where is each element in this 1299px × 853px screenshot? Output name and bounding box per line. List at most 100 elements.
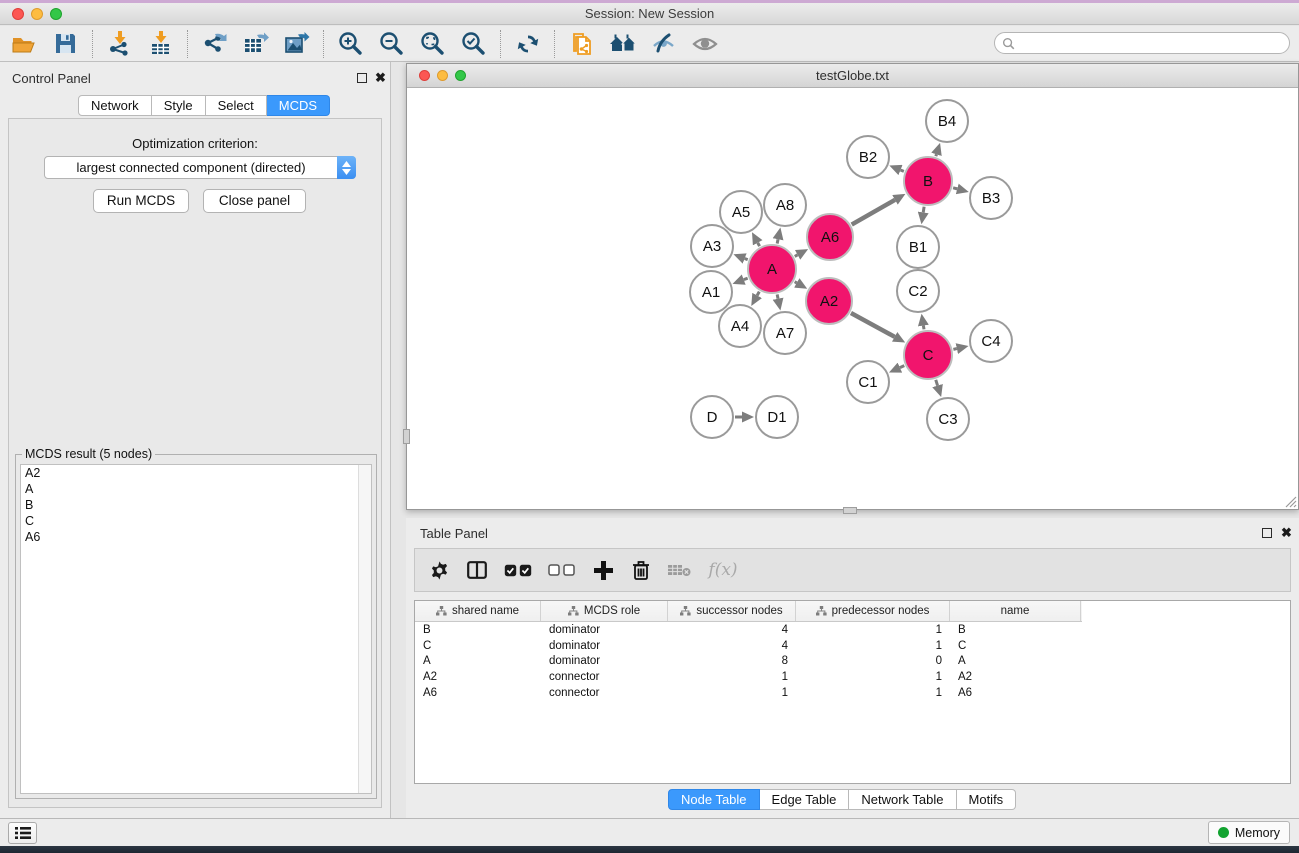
graph-edge-A-A8[interactable] — [777, 239, 778, 243]
graph-node-A1[interactable]: A1 — [690, 271, 732, 313]
graph-node-A7[interactable]: A7 — [764, 312, 806, 354]
graph-node-C2[interactable]: C2 — [897, 270, 939, 312]
graph-edge-C-C2[interactable] — [923, 326, 924, 330]
graph-node-D[interactable]: D — [691, 396, 733, 438]
app-titlebar[interactable]: Session: New Session — [0, 3, 1299, 25]
graph-edge-A-A6[interactable] — [795, 255, 798, 257]
run-mcds-button[interactable]: Run MCDS — [93, 189, 189, 213]
graph-node-A5[interactable]: A5 — [720, 191, 762, 233]
mcds-result-item[interactable]: A2 — [21, 465, 371, 481]
hide-selected-button[interactable] — [643, 28, 684, 60]
graph-edge-A-A5[interactable] — [758, 243, 760, 246]
minimize-network-window-button[interactable] — [437, 70, 448, 81]
tab-motifs[interactable]: Motifs — [957, 789, 1017, 810]
graph-edge-B-B3[interactable] — [953, 188, 957, 189]
graph-edge-A-A2[interactable] — [795, 282, 797, 283]
table-row[interactable]: Bdominator41B — [415, 622, 1290, 638]
export-network-button[interactable] — [194, 28, 235, 60]
deselect-all-button[interactable] — [547, 564, 577, 576]
graph-edge-A2-C[interactable] — [851, 313, 895, 337]
column-header-successor-nodes[interactable]: successor nodes — [668, 601, 796, 621]
graph-node-B3[interactable]: B3 — [970, 177, 1012, 219]
graph-edge-A6-B[interactable] — [852, 200, 895, 225]
float-panel-icon[interactable] — [357, 73, 367, 83]
zoom-in-button[interactable] — [330, 28, 371, 60]
graph-node-A8[interactable]: A8 — [764, 184, 806, 226]
close-table-panel-icon[interactable]: ✖ — [1281, 527, 1292, 538]
graph-edge-B-B1[interactable] — [923, 207, 924, 213]
column-header-predecessor-nodes[interactable]: predecessor nodes — [796, 601, 950, 621]
mcds-result-item[interactable]: A6 — [21, 529, 371, 545]
mcds-result-list[interactable]: A2ABCA6 — [20, 464, 372, 794]
refresh-button[interactable] — [507, 28, 548, 60]
memory-button[interactable]: Memory — [1208, 821, 1290, 844]
node-table[interactable]: shared nameMCDS rolesuccessor nodesprede… — [414, 600, 1291, 784]
copy-network-button[interactable] — [561, 28, 602, 60]
zoom-network-window-button[interactable] — [455, 70, 466, 81]
close-panel-icon[interactable]: ✖ — [375, 72, 386, 83]
export-table-button[interactable] — [235, 28, 276, 60]
resize-grip-icon[interactable] — [1283, 494, 1297, 508]
zoom-selected-button[interactable] — [453, 28, 494, 60]
network-canvas[interactable]: B4B2BB3A8A5A6A3B1AC2A1A2A4A7C4CC1DD1C3 — [407, 88, 1298, 509]
search-field[interactable] — [994, 32, 1290, 54]
zoom-fit-button[interactable] — [412, 28, 453, 60]
zoom-out-button[interactable] — [371, 28, 412, 60]
graph-node-B4[interactable]: B4 — [926, 100, 968, 142]
split-handle-left[interactable] — [403, 429, 410, 444]
graph-node-A6[interactable]: A6 — [807, 214, 853, 260]
graph-edge-C-C4[interactable] — [953, 349, 956, 350]
show-column-panel-button[interactable] — [465, 561, 489, 579]
table-settings-button[interactable] — [427, 560, 451, 581]
graph-node-A[interactable]: A — [748, 245, 796, 293]
close-panel-button[interactable]: Close panel — [203, 189, 306, 213]
graph-node-A2[interactable]: A2 — [806, 278, 852, 324]
graph-node-A3[interactable]: A3 — [691, 225, 733, 267]
show-all-button[interactable] — [684, 28, 725, 60]
split-handle-bottom[interactable] — [843, 507, 857, 514]
function-builder-button[interactable]: f(x) — [705, 560, 741, 580]
graph-edge-B-B2[interactable] — [900, 170, 903, 171]
tab-mcds[interactable]: MCDS — [267, 95, 330, 116]
graph-node-A4[interactable]: A4 — [719, 305, 761, 347]
graph-node-B[interactable]: B — [904, 157, 952, 205]
scrollbar-track[interactable] — [358, 465, 371, 793]
tab-network[interactable]: Network — [78, 95, 152, 116]
graph-node-D1[interactable]: D1 — [756, 396, 798, 438]
mcds-result-item[interactable]: C — [21, 513, 371, 529]
close-network-window-button[interactable] — [419, 70, 430, 81]
mcds-result-item[interactable]: B — [21, 497, 371, 513]
mcds-result-item[interactable]: A — [21, 481, 371, 497]
network-window-titlebar[interactable]: testGlobe.txt — [407, 64, 1298, 88]
close-window-button[interactable] — [12, 8, 24, 20]
graph-edge-B-B4[interactable] — [936, 154, 937, 156]
column-header-MCDS-role[interactable]: MCDS role — [541, 601, 668, 621]
tab-select[interactable]: Select — [206, 95, 267, 116]
graph-edge-A-A7[interactable] — [777, 294, 778, 298]
tab-style[interactable]: Style — [152, 95, 206, 116]
minimize-window-button[interactable] — [31, 8, 43, 20]
graph-node-C3[interactable]: C3 — [927, 398, 969, 440]
tab-network-table[interactable]: Network Table — [849, 789, 956, 810]
graph-node-C1[interactable]: C1 — [847, 361, 889, 403]
optimization-criterion-select[interactable]: largest connected component (directed) — [44, 156, 356, 179]
graph-edge-A-A4[interactable] — [757, 292, 759, 296]
delete-column-button[interactable] — [629, 560, 653, 580]
task-history-button[interactable] — [8, 822, 37, 844]
tab-edge-table[interactable]: Edge Table — [760, 789, 850, 810]
save-session-button[interactable] — [45, 28, 86, 60]
import-network-button[interactable] — [99, 28, 140, 60]
delete-table-button[interactable] — [667, 563, 691, 577]
export-image-button[interactable] — [276, 28, 317, 60]
graph-edge-C-C1[interactable] — [900, 366, 904, 368]
table-row[interactable]: A6connector11A6 — [415, 685, 1290, 701]
add-column-button[interactable] — [591, 561, 615, 580]
float-table-panel-icon[interactable] — [1262, 528, 1272, 538]
table-row[interactable]: A2connector11A2 — [415, 669, 1290, 685]
column-header-shared-name[interactable]: shared name — [415, 601, 541, 621]
import-table-button[interactable] — [140, 28, 181, 60]
first-neighbors-button[interactable] — [602, 28, 643, 60]
open-session-button[interactable] — [4, 28, 45, 60]
table-row[interactable]: Cdominator41C — [415, 638, 1290, 654]
zoom-window-button[interactable] — [50, 8, 62, 20]
